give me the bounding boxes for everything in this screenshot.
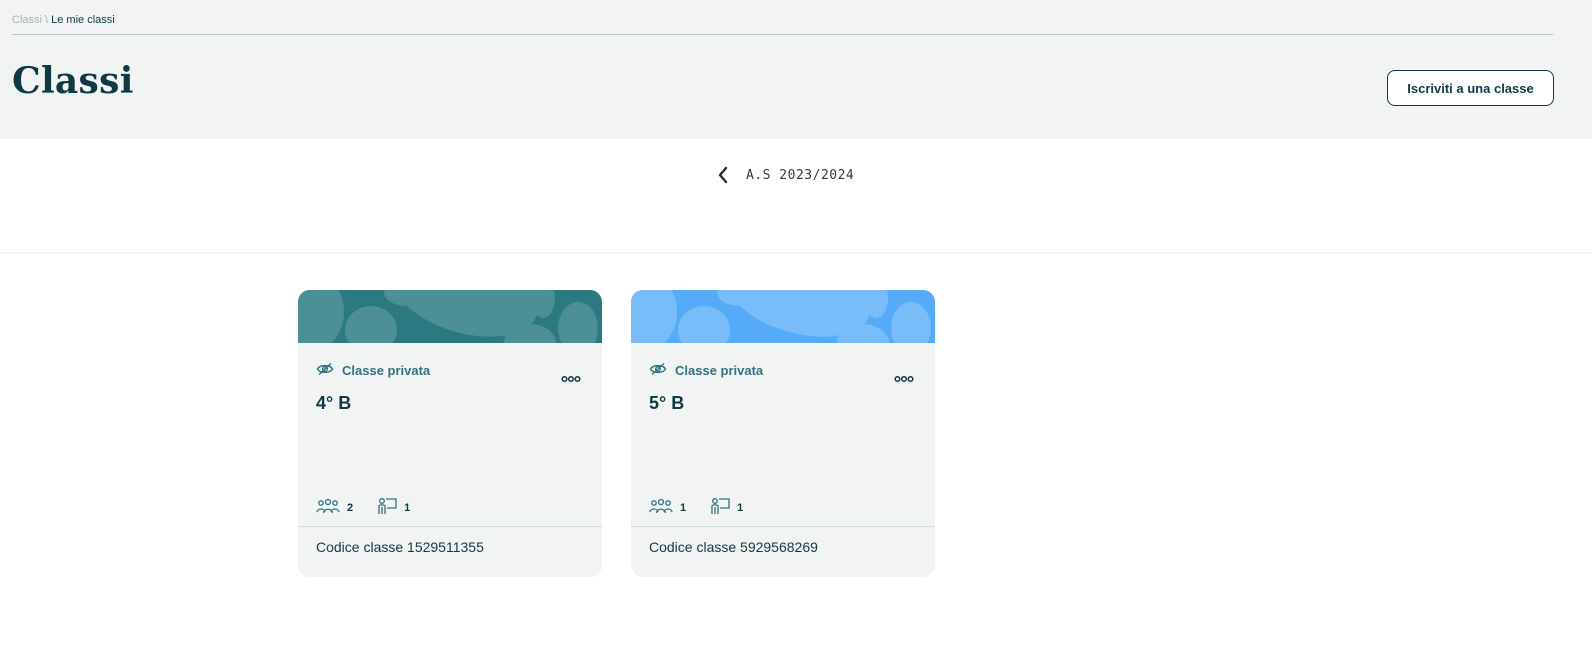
teacher-icon	[710, 497, 730, 518]
privacy-indicator: Classe privata	[649, 362, 763, 379]
class-stats: 1 1	[649, 497, 767, 518]
page-title: Classi	[12, 60, 134, 102]
chevron-left-icon[interactable]	[712, 164, 734, 186]
students-count-value: 1	[680, 501, 687, 514]
class-code: Codice classe 5929568269	[649, 539, 818, 555]
school-year-nav: A.S 2023/2024	[712, 163, 854, 187]
class-stats: 2 1	[316, 497, 434, 518]
students-icon	[649, 498, 673, 517]
students-icon	[316, 498, 340, 517]
breadcrumb-divider	[12, 34, 1553, 35]
breadcrumb-separator: \	[45, 14, 49, 26]
class-card[interactable]: Classe privata 5° B 1 1 Codice classe 59…	[631, 290, 935, 577]
class-card[interactable]: Classe privata 4° B 2 1 Codice classe 15…	[298, 290, 602, 577]
teachers-count: 1	[377, 497, 410, 518]
card-divider	[298, 526, 602, 527]
breadcrumb-current: Le mie classi	[51, 14, 115, 26]
eye-off-icon	[649, 362, 667, 379]
teachers-count-value: 1	[737, 501, 744, 514]
privacy-label: Classe privata	[675, 363, 764, 378]
page-header: Classi \ Le mie classi Classi Iscriviti …	[0, 0, 1592, 139]
class-code: Codice classe 1529511355	[316, 539, 484, 555]
breadcrumb: Classi \ Le mie classi	[12, 14, 115, 26]
card-divider	[631, 526, 935, 527]
teacher-icon	[377, 497, 397, 518]
students-count-value: 2	[347, 501, 354, 514]
more-options-icon[interactable]	[560, 372, 582, 386]
breadcrumb-root[interactable]: Classi	[12, 14, 42, 26]
students-count: 1	[649, 498, 686, 517]
more-options-icon[interactable]	[893, 372, 915, 386]
teachers-count: 1	[710, 497, 743, 518]
class-card-banner	[631, 290, 935, 343]
class-card-banner	[298, 290, 602, 343]
join-class-button[interactable]: Iscriviti a una classe	[1387, 70, 1554, 106]
privacy-indicator: Classe privata	[316, 362, 430, 379]
class-name: 4° B	[316, 393, 352, 413]
privacy-label: Classe privata	[342, 363, 431, 378]
eye-off-icon	[316, 362, 334, 379]
students-count: 2	[316, 498, 353, 517]
school-year-label: A.S 2023/2024	[746, 167, 855, 183]
teachers-count-value: 1	[404, 501, 411, 514]
section-divider	[0, 252, 1592, 253]
class-name: 5° B	[649, 393, 685, 413]
